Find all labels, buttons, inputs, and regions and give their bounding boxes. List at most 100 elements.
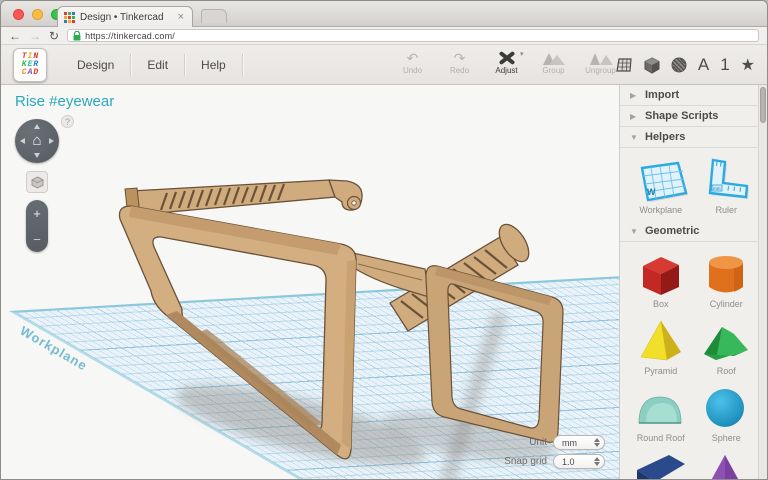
svg-text:mm: mm bbox=[713, 186, 721, 191]
sphere-thumb-icon bbox=[698, 383, 754, 431]
sidebar-scrollbar[interactable] bbox=[758, 85, 767, 480]
design-title: Rise #eyewear bbox=[15, 93, 114, 110]
ssl-lock-icon bbox=[73, 31, 81, 41]
adjust-button[interactable]: ▾ Adjust bbox=[483, 48, 530, 75]
menu-help[interactable]: Help bbox=[185, 45, 242, 85]
shape-roof[interactable]: Roof bbox=[694, 313, 760, 380]
fit-cube-icon bbox=[31, 176, 44, 189]
minimize-window-button[interactable] bbox=[32, 9, 43, 20]
adjust-tools-icon: ▾ bbox=[498, 49, 516, 65]
model-shadow bbox=[171, 313, 560, 480]
round-roof-thumb-icon bbox=[633, 383, 689, 431]
snap-grid-label: Snap grid bbox=[504, 456, 547, 467]
design-canvas[interactable]: Rise #eyewear Workplane bbox=[1, 85, 619, 480]
tinkercad-favicon-icon bbox=[64, 12, 75, 23]
tab-title: Design • Tinkercad bbox=[80, 12, 171, 23]
snap-grid-select[interactable]: 1.0 bbox=[553, 454, 605, 469]
shape-cone[interactable] bbox=[694, 447, 760, 480]
workplane-thumb-icon: W bbox=[633, 155, 689, 203]
menu-bar: Design Edit Help bbox=[61, 45, 243, 85]
unit-value: mm bbox=[562, 438, 590, 448]
menu-edit[interactable]: Edit bbox=[131, 45, 184, 85]
group-icon bbox=[543, 52, 565, 65]
scrollbar-thumb[interactable] bbox=[760, 87, 766, 123]
toolbar-right-icons: A 1 ★ bbox=[616, 45, 755, 85]
orbit-down-icon[interactable] bbox=[34, 153, 40, 158]
tinkercad-logo[interactable]: TIN KER CAD bbox=[13, 48, 47, 82]
shape-round-roof[interactable]: Round Roof bbox=[628, 380, 694, 447]
shape-cylinder[interactable]: Cylinder bbox=[694, 246, 760, 313]
zoom-control: + − bbox=[26, 200, 48, 252]
window-controls bbox=[13, 9, 62, 20]
menu-separator bbox=[242, 54, 243, 76]
app-toolbar: TIN KER CAD Design Edit Help ↶ Undo ↷ Re… bbox=[1, 45, 767, 85]
expanded-arrow-icon: ▼ bbox=[630, 227, 638, 236]
pyramid-thumb-icon bbox=[633, 316, 689, 364]
shape-workplane[interactable]: W Workplane bbox=[628, 152, 694, 219]
cube-view-icon[interactable] bbox=[644, 57, 660, 74]
box-thumb-icon bbox=[633, 249, 689, 297]
workplane-toggle-icon[interactable] bbox=[616, 58, 633, 73]
cone-thumb-icon bbox=[698, 450, 754, 480]
unit-label: Unit bbox=[529, 437, 547, 448]
shape-wedge[interactable] bbox=[628, 447, 694, 480]
fit-view-button[interactable] bbox=[26, 171, 48, 193]
undo-icon: ↶ bbox=[407, 48, 419, 65]
expanded-arrow-icon: ▼ bbox=[630, 133, 638, 142]
undo-button[interactable]: ↶ Undo bbox=[389, 48, 436, 75]
svg-text:W: W bbox=[647, 187, 656, 197]
section-shape-scripts[interactable]: ▶ Shape Scripts bbox=[620, 106, 767, 127]
snap-grid-value: 1.0 bbox=[562, 457, 590, 467]
number-tool-icon[interactable]: 1 bbox=[720, 55, 729, 75]
unit-select[interactable]: mm bbox=[553, 435, 605, 450]
redo-button[interactable]: ↷ Redo bbox=[436, 48, 483, 75]
url-field[interactable]: https://tinkercad.com/ bbox=[67, 29, 759, 42]
back-icon[interactable]: ← bbox=[9, 30, 21, 42]
section-helpers[interactable]: ▼ Helpers bbox=[620, 127, 767, 148]
favorites-star-icon[interactable]: ★ bbox=[741, 55, 755, 75]
view-navigation: ⌂ ? + − bbox=[15, 119, 75, 252]
stepper-icon bbox=[594, 457, 600, 466]
section-geometric[interactable]: ▼ Geometric bbox=[620, 221, 767, 242]
collapsed-arrow-icon: ▶ bbox=[630, 91, 638, 100]
shapes-sidebar: ▶ Import ▶ Shape Scripts ▼ Helpers W bbox=[619, 85, 767, 480]
shape-pyramid[interactable]: Pyramid bbox=[628, 313, 694, 380]
ruler-thumb-icon: mm bbox=[698, 155, 754, 203]
titlebar: Design • Tinkercad × bbox=[1, 1, 767, 27]
menu-design[interactable]: Design bbox=[61, 45, 130, 85]
shape-sphere[interactable]: Sphere bbox=[694, 380, 760, 447]
zoom-out-button[interactable]: − bbox=[26, 226, 48, 252]
wedge-thumb-icon bbox=[633, 450, 689, 480]
browser-tab[interactable]: Design • Tinkercad × bbox=[57, 6, 193, 27]
shape-box[interactable]: Box bbox=[628, 246, 694, 313]
close-tab-icon[interactable]: × bbox=[176, 12, 186, 23]
eyeglasses-model[interactable] bbox=[1, 85, 619, 480]
zoom-in-button[interactable]: + bbox=[26, 200, 48, 226]
orbit-left-icon[interactable] bbox=[20, 138, 25, 144]
browser-window: Design • Tinkercad × ← → ↻ https://tinke… bbox=[0, 0, 768, 480]
close-window-button[interactable] bbox=[13, 9, 24, 20]
new-tab-button[interactable] bbox=[201, 9, 227, 23]
orbit-right-icon[interactable] bbox=[49, 138, 54, 144]
adjust-caret-icon: ▾ bbox=[520, 51, 524, 58]
roof-thumb-icon bbox=[698, 316, 754, 364]
url-text: https://tinkercad.com/ bbox=[85, 31, 175, 41]
group-button[interactable]: Group bbox=[530, 48, 577, 75]
address-bar: ← → ↻ https://tinkercad.com/ bbox=[1, 27, 767, 45]
help-badge[interactable]: ? bbox=[61, 115, 74, 128]
orbit-up-icon[interactable] bbox=[34, 124, 40, 129]
text-tool-icon[interactable]: A bbox=[698, 55, 709, 75]
forward-icon[interactable]: → bbox=[29, 30, 41, 42]
main-area: Rise #eyewear Workplane bbox=[1, 85, 767, 480]
collapsed-arrow-icon: ▶ bbox=[630, 112, 638, 121]
cylinder-thumb-icon bbox=[698, 249, 754, 297]
redo-icon: ↷ bbox=[454, 48, 466, 65]
orbit-pad[interactable]: ⌂ ? bbox=[15, 119, 59, 163]
ungroup-icon bbox=[589, 52, 613, 65]
bridge[interactable] bbox=[353, 253, 429, 297]
action-bar: ↶ Undo ↷ Redo ▾ Adjust Group bbox=[389, 48, 624, 75]
reload-icon[interactable]: ↻ bbox=[49, 30, 59, 42]
shape-ruler[interactable]: mm Ruler bbox=[694, 152, 760, 219]
section-import[interactable]: ▶ Import bbox=[620, 85, 767, 106]
pattern-sphere-icon[interactable] bbox=[671, 57, 687, 73]
